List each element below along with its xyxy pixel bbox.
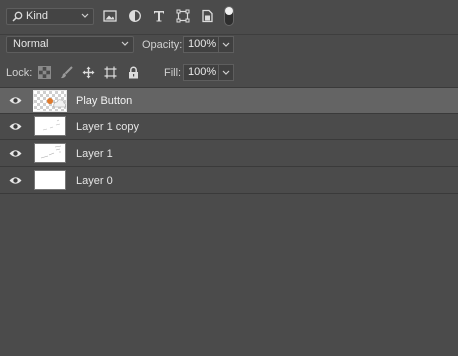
opacity-input[interactable]: 100% xyxy=(183,36,219,53)
blend-opacity-bar: Normal Opacity: 100% xyxy=(0,34,458,57)
filter-kind-label: Kind xyxy=(26,10,49,22)
lock-image-pixels-icon[interactable] xyxy=(60,66,73,79)
shape-filter-icon[interactable] xyxy=(176,9,190,23)
chevron-down-icon xyxy=(222,42,230,47)
visibility-eye-icon[interactable] xyxy=(9,149,22,158)
layer-row-layer-0[interactable]: Layer 0 xyxy=(0,168,458,194)
lock-label: Lock: xyxy=(6,67,33,79)
visibility-eye-icon[interactable] xyxy=(9,96,22,105)
blend-mode-dropdown[interactable]: Normal xyxy=(6,36,134,53)
opacity-slider-button[interactable] xyxy=(219,36,234,53)
lock-position-icon[interactable] xyxy=(82,66,95,79)
layer-corner-mark xyxy=(33,104,40,111)
chevron-down-icon xyxy=(121,37,129,52)
layer-thumbnail xyxy=(34,143,66,163)
lock-all-icon[interactable] xyxy=(127,66,140,79)
image-filter-icon[interactable] xyxy=(103,9,117,23)
chevron-down-icon xyxy=(81,9,89,24)
layer-thumbnail xyxy=(34,116,66,136)
smart-object-filter-icon[interactable] xyxy=(200,9,214,23)
filter-kind-dropdown[interactable]: Kind xyxy=(6,8,94,25)
filter-toggle-icon[interactable] xyxy=(224,6,234,26)
layer-name: Layer 1 copy xyxy=(76,121,139,133)
layer-name: Play Button xyxy=(76,95,133,107)
layer-row-layer-1-copy[interactable]: Layer 1 copy xyxy=(0,114,458,140)
adjustment-filter-icon[interactable] xyxy=(128,9,142,23)
layer-thumbnail xyxy=(34,170,66,190)
chevron-down-icon xyxy=(222,70,230,75)
lock-transparent-pixels-icon[interactable] xyxy=(38,66,51,79)
search-icon xyxy=(12,11,23,22)
layer-filter-bar: Kind xyxy=(0,0,458,35)
fill-slider-button[interactable] xyxy=(219,64,234,81)
opacity-label[interactable]: Opacity: xyxy=(142,39,182,51)
layer-name: Layer 1 xyxy=(76,148,113,160)
blend-mode-value: Normal xyxy=(13,38,49,50)
layer-row-play-button[interactable]: Play Button xyxy=(0,88,458,114)
lock-fill-bar: Lock: Fill: 100% xyxy=(0,60,458,88)
fill-label[interactable]: Fill: xyxy=(164,67,181,79)
type-filter-icon[interactable] xyxy=(152,9,166,23)
layer-row-layer-1[interactable]: Layer 1 xyxy=(0,141,458,167)
visibility-eye-icon[interactable] xyxy=(9,122,22,131)
fill-input[interactable]: 100% xyxy=(183,64,219,81)
visibility-eye-icon[interactable] xyxy=(9,176,22,185)
sketch-thumbnail-icon xyxy=(40,145,62,159)
sketch-thumbnail-icon xyxy=(42,119,61,131)
prevent-nesting-icon[interactable] xyxy=(104,66,117,79)
layer-name: Layer 0 xyxy=(76,175,113,187)
